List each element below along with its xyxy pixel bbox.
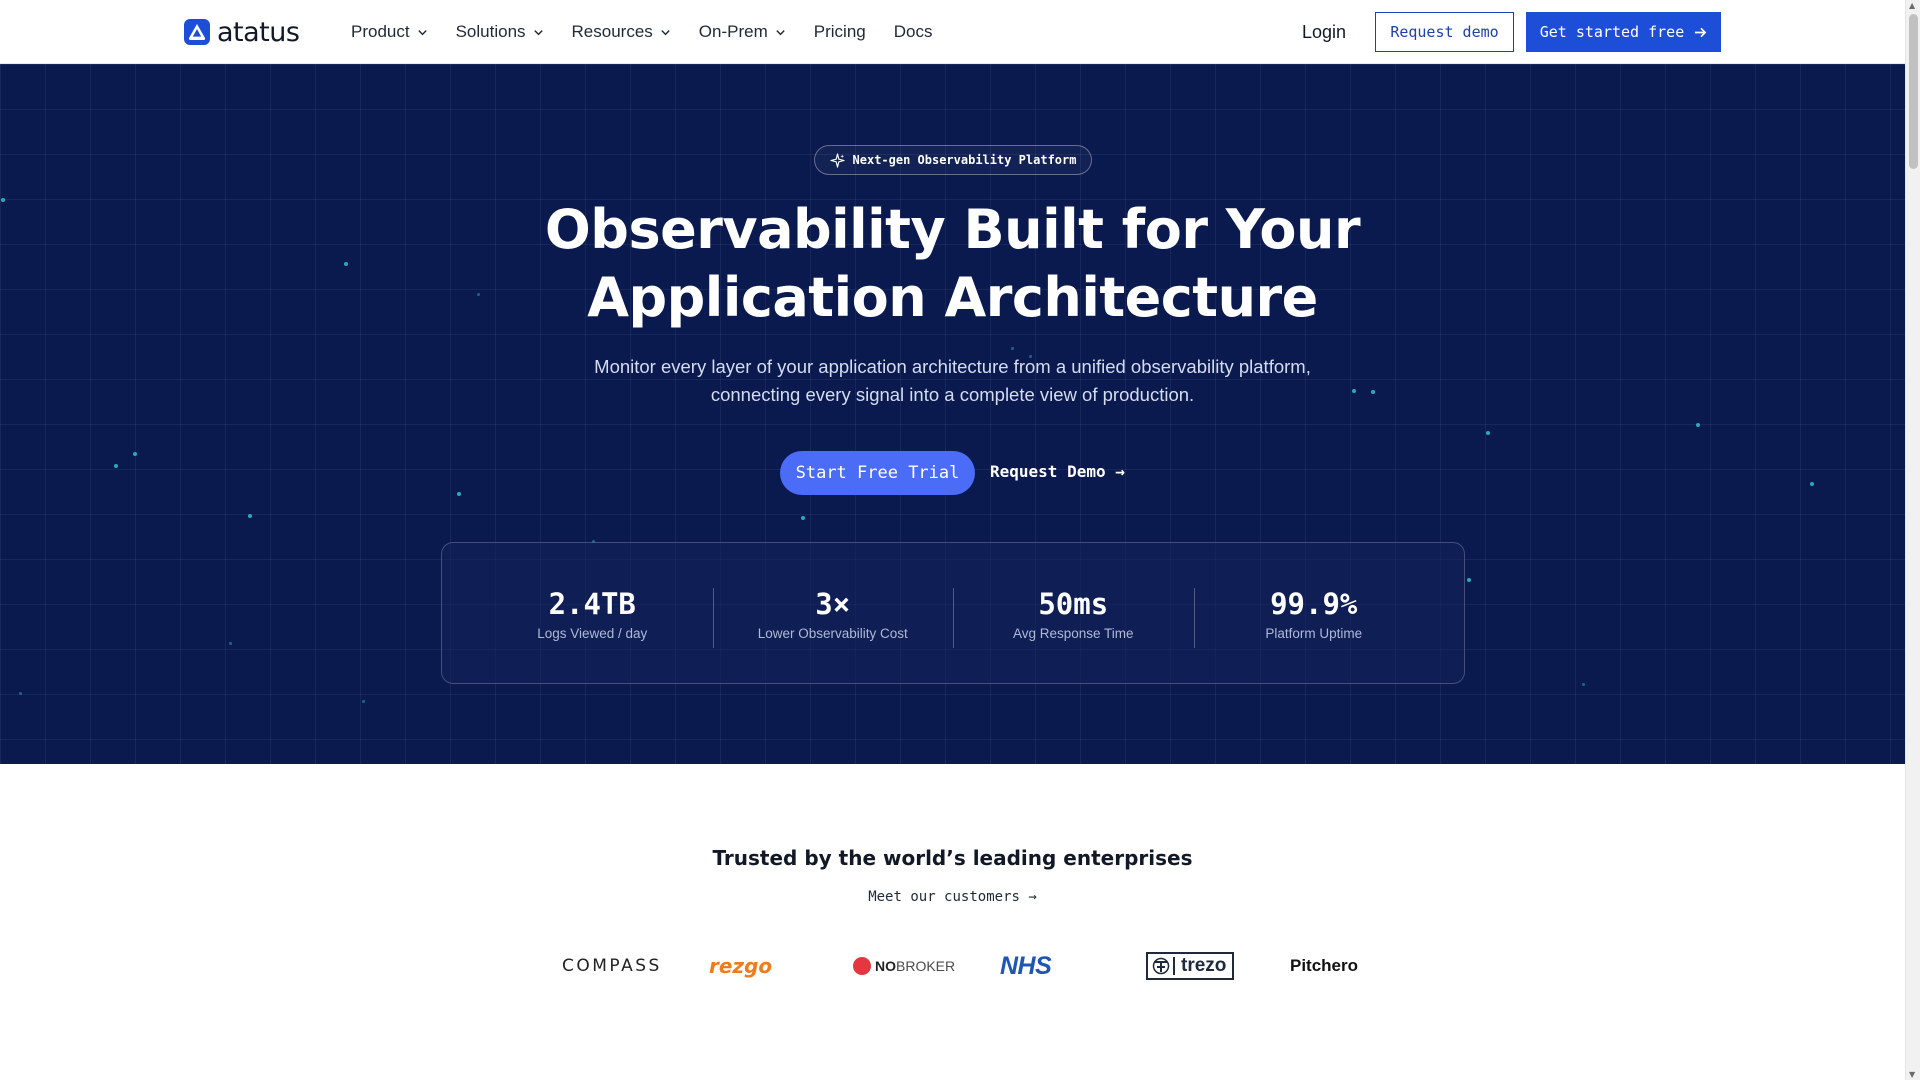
background-dot [457, 492, 461, 496]
stats-card: 2.4TB Logs Viewed / day 3× Lower Observa… [441, 542, 1465, 684]
background-dot [1486, 431, 1490, 435]
background-dot [362, 700, 365, 703]
stat-platform-uptime: 99.9% Platform Uptime [1193, 586, 1435, 648]
nav-item-label: Product [351, 22, 410, 41]
background-dot [1696, 423, 1700, 427]
nhs-logo: NHS [1000, 951, 1052, 980]
start-free-trial-button[interactable]: Start Free Trial [780, 451, 975, 495]
nobroker-mark-icon [853, 957, 871, 975]
stat-label: Logs Viewed / day [537, 625, 648, 641]
page-scrollbar[interactable]: ▲ ▼ [1905, 0, 1920, 1080]
nav-item-solutions[interactable]: Solutions [456, 22, 544, 42]
stat-logs-viewed: 2.4TB Logs Viewed / day [472, 586, 713, 641]
scroll-up-icon[interactable]: ▲ [1909, 1, 1915, 10]
nobroker-text-bold: NO [875, 958, 896, 974]
hero-subtitle-line-2: connecting every signal into a complete … [710, 384, 1195, 405]
hero-badge-text: Next-gen Observability Platform [852, 153, 1077, 167]
atatus-logo[interactable]: atatus [184, 16, 300, 48]
nobroker-text: BROKER [896, 958, 956, 974]
customer-logos: COMPASS rezgo NOBROKER NHS trezo Pitcher… [0, 950, 1905, 982]
background-dot [1582, 683, 1585, 686]
scroll-down-icon[interactable]: ▼ [1909, 1070, 1915, 1079]
nav-item-label: Solutions [455, 22, 526, 41]
nav-item-label: Resources [571, 22, 653, 41]
request-demo-link[interactable]: Request Demo → [990, 462, 1125, 481]
stat-value: 99.9% [1270, 586, 1358, 621]
hero-subtitle: Monitor every layer of your application … [0, 353, 1905, 409]
compass-logo: COMPASS [562, 956, 662, 976]
trezo-text: trezo [1181, 955, 1227, 976]
rezgo-logo: rezgo [709, 954, 773, 978]
nav-item-on-prem[interactable]: On-Prem [699, 22, 786, 42]
nav-item-docs[interactable]: Docs [894, 22, 933, 42]
stat-response-time: 50ms Avg Response Time [953, 586, 1194, 648]
chevron-down-icon [661, 29, 670, 35]
chevron-down-icon [533, 29, 543, 35]
login-link[interactable]: Login [1302, 22, 1346, 43]
nobroker-logo: NOBROKER [853, 950, 955, 982]
trezo-logo: trezo [1146, 952, 1235, 980]
background-dot [1467, 578, 1471, 582]
atatus-logo-icon [184, 19, 210, 45]
request-demo-button[interactable]: Request demo [1375, 12, 1514, 52]
stat-value: 50ms [1038, 586, 1109, 621]
background-dot [1011, 347, 1014, 350]
logo-wordmark: atatus [217, 16, 300, 48]
background-dot [801, 516, 805, 520]
get-started-free-button[interactable]: Get started free [1526, 12, 1721, 52]
background-dot [1810, 482, 1814, 486]
meet-customers-link[interactable]: Meet our customers → [0, 889, 1905, 905]
stat-value: 3× [815, 586, 851, 621]
stat-observability-cost: 3× Lower Observability Cost [712, 586, 954, 648]
trusted-heading: Trusted by the world’s leading enterpris… [712, 846, 1193, 870]
hero-title-line-1: Observability Built for Your [544, 198, 1361, 261]
pitchero-logo: Pitchero [1290, 956, 1359, 975]
nav-item-label: Pricing [813, 22, 866, 41]
background-dot [114, 464, 118, 468]
nav-item-label: On-Prem [698, 22, 768, 41]
hero-subtitle-line-1: Monitor every layer of your application … [594, 356, 1311, 377]
nav-item-pricing[interactable]: Pricing [814, 22, 866, 42]
sparkle-icon [829, 152, 845, 168]
nav-item-product[interactable]: Product [351, 22, 428, 42]
background-dot [229, 642, 232, 645]
nav-item-label: Docs [893, 22, 933, 41]
background-dot [133, 452, 137, 456]
get-started-label: Get started free [1539, 23, 1685, 41]
background-dot [19, 692, 22, 695]
hero-title: Observability Built for Your Application… [0, 196, 1905, 332]
background-dot [248, 514, 252, 518]
chevron-down-icon [417, 29, 427, 35]
trezo-mark-icon [1152, 957, 1175, 975]
chevron-down-icon [776, 29, 785, 35]
hero-title-line-2: Application Architecture [587, 266, 1318, 329]
hero-badge: Next-gen Observability Platform [814, 145, 1092, 175]
scrollbar-thumb[interactable] [1909, 14, 1918, 169]
nav-item-resources[interactable]: Resources [572, 22, 671, 42]
main-nav: Product Solutions Resources On-Prem Pric… [351, 0, 960, 64]
hero-section: Next-gen Observability Platform Observab… [0, 64, 1905, 764]
top-navbar: atatus Product Solutions Resources On-Pr… [0, 0, 1905, 64]
stat-value: 2.4TB [548, 586, 636, 621]
stat-label: Avg Response Time [1012, 625, 1134, 641]
stat-label: Lower Observability Cost [757, 625, 908, 641]
stat-label: Platform Uptime [1265, 625, 1363, 641]
arrow-right-icon [1695, 27, 1707, 37]
